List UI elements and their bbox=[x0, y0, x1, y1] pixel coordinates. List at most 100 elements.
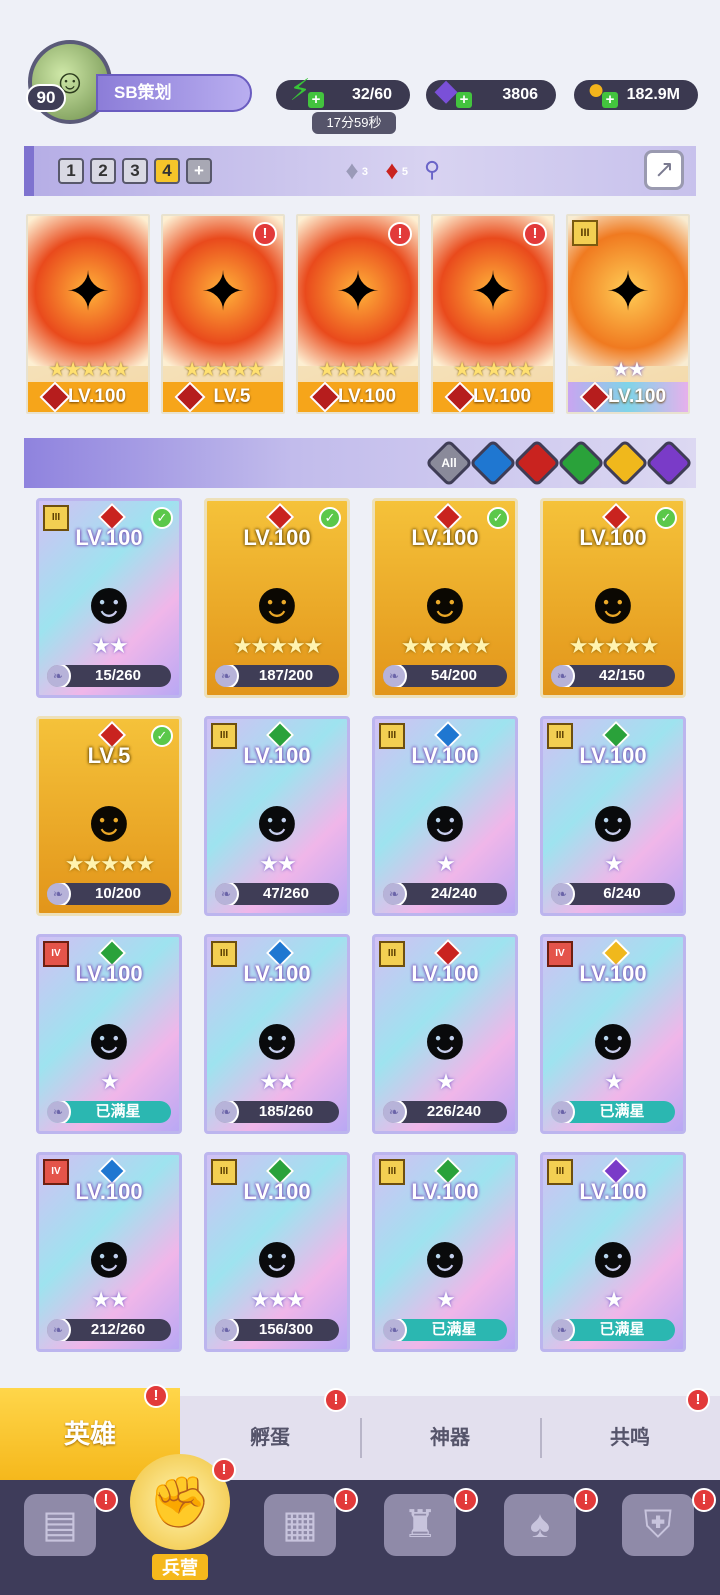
shard-progress-text: 6/240 bbox=[603, 885, 641, 902]
hero-card[interactable]: ☻ III LV.100 ★ ❧ 已满星 bbox=[372, 1152, 518, 1352]
nav-barracks[interactable]: ✊ 兵营 ! bbox=[124, 1454, 236, 1594]
filter-light-button[interactable] bbox=[600, 438, 650, 488]
shard-progress-text: 10/200 bbox=[95, 885, 141, 902]
hero-card[interactable]: ☻ ✓ LV.100 ★★★★★ ❧ 54/200 bbox=[372, 498, 518, 698]
shard-icon: ❧ bbox=[47, 1319, 71, 1341]
team-tab-4[interactable]: 4 bbox=[154, 158, 180, 184]
star-rating: ★★★★★ bbox=[183, 359, 265, 381]
shard-progress-bar: ❧ 47/260 bbox=[215, 883, 339, 905]
shard-progress-bar: ❧ 6/240 bbox=[551, 883, 675, 905]
team-tab-1[interactable]: 1 bbox=[58, 158, 84, 184]
mushroom-icon: ♠ bbox=[504, 1494, 576, 1556]
hero-level: LV.100 bbox=[579, 961, 647, 986]
hero-card[interactable]: ☻ III LV.100 ★ ❧ 24/240 bbox=[372, 716, 518, 916]
shard-icon: ❧ bbox=[215, 1319, 239, 1341]
white-crystal-icon: ♦ 3 bbox=[334, 152, 370, 188]
hero-card[interactable]: ☻ III LV.100 ★ ❧ 226/240 bbox=[372, 934, 518, 1134]
hero-card[interactable]: ☻ III LV.100 ★★★ ❧ 156/300 bbox=[204, 1152, 350, 1352]
nav-castle[interactable]: ♜ ! bbox=[370, 1488, 478, 1584]
shard-progress-text: 15/260 bbox=[95, 667, 141, 684]
shard-progress-text: 24/240 bbox=[431, 885, 477, 902]
star-rating: ★ bbox=[604, 1069, 624, 1094]
filter-dark-button[interactable] bbox=[644, 438, 694, 488]
shard-progress-bar: ❧ 185/260 bbox=[215, 1101, 339, 1123]
hero-card[interactable]: ☻ ✓ LV.5 ★★★★★ ❧ 10/200 bbox=[36, 716, 182, 916]
star-rating: ★★★★★ bbox=[453, 359, 535, 381]
add-stamina-button[interactable]: + bbox=[308, 92, 324, 108]
hero-card[interactable]: ☻ III LV.100 ★★ ❧ 47/260 bbox=[204, 716, 350, 916]
nav-map[interactable]: ▦ ! bbox=[250, 1488, 358, 1584]
filter-water-button[interactable] bbox=[468, 438, 518, 488]
fire-element-icon bbox=[579, 381, 611, 412]
shard-icon: ❧ bbox=[551, 883, 575, 905]
shard-progress-bar: ❧ 已满星 bbox=[47, 1101, 171, 1123]
add-gold-button[interactable]: + bbox=[602, 92, 618, 108]
red-crystal-count: 5 bbox=[401, 166, 408, 178]
filter-all-button[interactable]: All bbox=[424, 438, 474, 488]
nav-cards[interactable]: ▤ ! bbox=[10, 1488, 118, 1584]
team-slot-3[interactable]: ✦ ! ★★★★★ LV.100 bbox=[296, 214, 420, 414]
share-button[interactable]: ↗ bbox=[644, 150, 684, 190]
shard-progress-text: 54/200 bbox=[431, 667, 477, 684]
hero-card[interactable]: ☻ ✓ LV.100 ★★★★★ ❧ 187/200 bbox=[204, 498, 350, 698]
alert-icon: ! bbox=[523, 222, 547, 246]
hero-card[interactable]: ☻ III LV.100 ★ ❧ 6/240 bbox=[540, 716, 686, 916]
hero-card[interactable]: ☻ IV LV.100 ★ ❧ 已满星 bbox=[540, 934, 686, 1134]
filter-fire-button[interactable] bbox=[512, 438, 562, 488]
shard-progress-text: 已满星 bbox=[431, 1321, 477, 1338]
shard-progress-text: 226/240 bbox=[426, 1103, 482, 1120]
shard-progress-bar: ❧ 已满星 bbox=[551, 1319, 675, 1341]
nav-guild[interactable]: ♠ ! bbox=[490, 1488, 598, 1584]
hero-level: LV.5 bbox=[213, 386, 251, 407]
team-tab-3[interactable]: 3 bbox=[122, 158, 148, 184]
shard-progress-bar: ❧ 10/200 bbox=[47, 883, 171, 905]
shard-icon: ❧ bbox=[383, 883, 407, 905]
tab-artifacts[interactable]: 神器 bbox=[360, 1396, 540, 1480]
hero-card[interactable]: ☻ III LV.100 ★ ❧ 已满星 bbox=[540, 1152, 686, 1352]
nav-barracks-label: 兵营 bbox=[152, 1554, 208, 1580]
star-rating: ★★ bbox=[259, 851, 296, 876]
alert-icon: ! bbox=[334, 1488, 358, 1512]
hero-card[interactable]: ☻ III LV.100 ★★ ❧ 185/260 bbox=[204, 934, 350, 1134]
shard-progress-bar: ❧ 已满星 bbox=[551, 1101, 675, 1123]
hero-card[interactable]: ☻ III ✓ LV.100 ★★ ❧ 15/260 bbox=[36, 498, 182, 698]
shard-progress-text: 已满星 bbox=[95, 1103, 141, 1120]
filter-all-label: All bbox=[441, 456, 457, 470]
alert-icon: ! bbox=[253, 222, 277, 246]
shield-icon: ⛨ bbox=[622, 1494, 694, 1556]
star-rating: ★ bbox=[436, 1287, 456, 1312]
red-crystal-icon: ♦ 5 bbox=[374, 152, 410, 188]
shard-progress-bar: ❧ 156/300 bbox=[215, 1319, 339, 1341]
shard-icon: ❧ bbox=[47, 1101, 71, 1123]
add-gems-button[interactable]: + bbox=[456, 92, 472, 108]
shard-progress-text: 187/200 bbox=[258, 667, 314, 684]
shard-progress-text: 212/260 bbox=[90, 1321, 146, 1338]
shard-progress-bar: ❧ 已满星 bbox=[383, 1319, 507, 1341]
star-rating: ★★ bbox=[259, 1069, 296, 1094]
filter-earth-button[interactable] bbox=[556, 438, 606, 488]
hero-level: LV.100 bbox=[75, 961, 143, 986]
shard-icon: ❧ bbox=[383, 1101, 407, 1123]
team-slot-5[interactable]: ✦ III ★★ LV.100 bbox=[566, 214, 690, 414]
team-slot-1[interactable]: ✦ ★★★★★ LV.100 bbox=[26, 214, 150, 414]
hero-card[interactable]: ☻ ✓ LV.100 ★★★★★ ❧ 42/150 bbox=[540, 498, 686, 698]
hero-card[interactable]: ☻ IV LV.100 ★ ❧ 已满星 bbox=[36, 934, 182, 1134]
hero-card[interactable]: ☻ IV LV.100 ★★ ❧ 212/260 bbox=[36, 1152, 182, 1352]
fire-element-icon bbox=[309, 381, 341, 412]
hero-level: LV.100 bbox=[75, 525, 143, 550]
player-level-badge: 90 bbox=[26, 84, 66, 112]
rank-badge: III bbox=[572, 220, 598, 246]
player-name[interactable]: SB策划 bbox=[96, 74, 252, 112]
team-tab-2[interactable]: 2 bbox=[90, 158, 116, 184]
shard-progress-text: 47/260 bbox=[263, 885, 309, 902]
shard-icon: ❧ bbox=[551, 665, 575, 687]
shard-icon: ❧ bbox=[383, 665, 407, 687]
team-slot-2[interactable]: ✦ ! ★★★★★ LV.5 bbox=[161, 214, 285, 414]
team-slot-4[interactable]: ✦ ! ★★★★★ LV.100 bbox=[431, 214, 555, 414]
nav-shield[interactable]: ⛨ ! bbox=[608, 1488, 716, 1584]
add-team-button[interactable]: + bbox=[186, 158, 212, 184]
alert-icon: ! bbox=[94, 1488, 118, 1512]
shard-icon: ❧ bbox=[47, 665, 71, 687]
search-icon[interactable]: ⚲ bbox=[414, 152, 450, 188]
star-rating: ★★ bbox=[612, 359, 646, 381]
